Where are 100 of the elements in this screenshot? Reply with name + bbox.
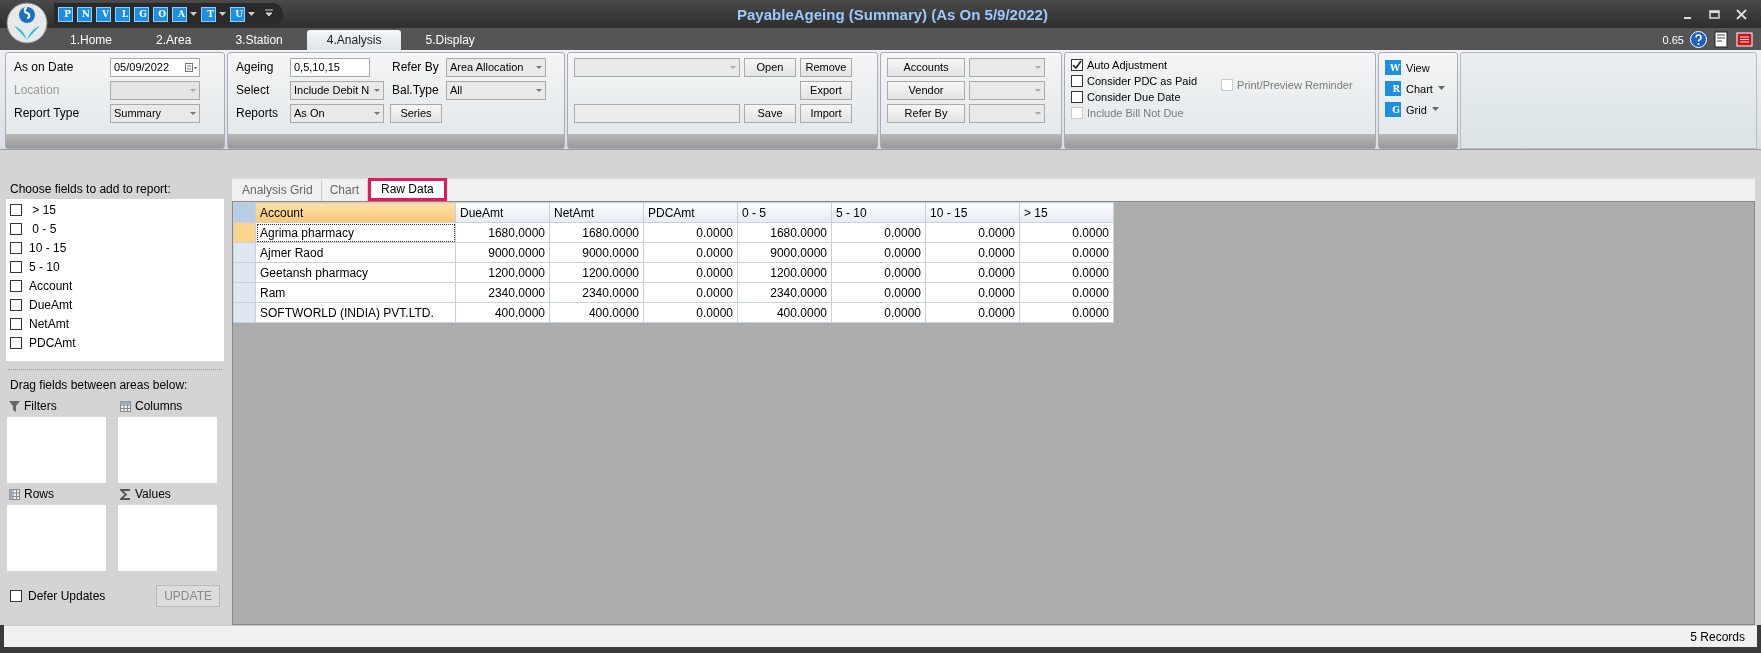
dropdown-field[interactable] bbox=[969, 57, 1045, 77]
ribbon-button[interactable]: R Chart bbox=[1385, 78, 1445, 99]
exit-icon[interactable] bbox=[1736, 31, 1753, 48]
window-title: PayableAgeing (Summary) (As On 5/9/2022) bbox=[736, 5, 1049, 23]
field-label: Ageing bbox=[235, 60, 275, 74]
filter-button[interactable]: Accounts bbox=[887, 57, 965, 77]
checkbox[interactable] bbox=[10, 590, 22, 602]
save-button[interactable]: Save bbox=[744, 103, 796, 123]
dropdown-field[interactable] bbox=[574, 57, 740, 77]
table-cell: 0.0000 bbox=[831, 302, 926, 323]
remove-button[interactable]: Remove bbox=[800, 57, 852, 77]
checkbox[interactable] bbox=[10, 299, 22, 311]
checkbox[interactable] bbox=[10, 280, 22, 292]
table-cell: Ajmer Raod bbox=[255, 242, 456, 263]
tab[interactable]: Raw Data bbox=[368, 178, 447, 201]
text-field[interactable] bbox=[574, 103, 740, 123]
corner-cell[interactable] bbox=[233, 202, 256, 223]
dropdown-field[interactable]: Summary bbox=[110, 103, 200, 123]
table-cell: 0.0000 bbox=[925, 262, 1020, 283]
column-header[interactable]: 0 - 5 bbox=[737, 202, 832, 223]
table-cell: 1200.0000 bbox=[737, 262, 832, 283]
logo-icon[interactable] bbox=[6, 2, 48, 44]
close-icon[interactable] bbox=[1736, 8, 1747, 20]
column-header[interactable]: DueAmt bbox=[455, 202, 550, 223]
filter-button[interactable]: Refer By bbox=[887, 103, 965, 123]
column-header[interactable]: NetAmt bbox=[549, 202, 644, 223]
menu-tab[interactable]: 2.Area bbox=[136, 30, 212, 50]
checkbox[interactable] bbox=[10, 261, 22, 273]
dropdown-field[interactable]: All bbox=[446, 80, 546, 100]
dropdown-field[interactable]: Include Debit N bbox=[290, 80, 384, 100]
checkbox[interactable] bbox=[1071, 90, 1083, 103]
import-button[interactable]: Import bbox=[800, 103, 852, 123]
panel-heading: Drag fields between areas below: bbox=[9, 377, 189, 394]
dropdown-field[interactable] bbox=[969, 103, 1045, 123]
menu-tab[interactable]: 3.Station bbox=[215, 30, 303, 50]
checkbox[interactable] bbox=[10, 242, 22, 254]
table-cell: 0.0000 bbox=[643, 242, 738, 263]
column-header[interactable]: 10 - 15 bbox=[925, 202, 1020, 223]
caret-icon bbox=[1035, 65, 1041, 69]
caret-icon bbox=[374, 111, 380, 115]
dropdown-field[interactable] bbox=[969, 80, 1045, 100]
option-label: Include Bill Not Due bbox=[1087, 106, 1184, 119]
field-label: > 15 bbox=[31, 203, 57, 217]
table-cell: 2340.0000 bbox=[455, 282, 550, 303]
checkbox[interactable] bbox=[1071, 58, 1083, 71]
field-label: Report Type bbox=[13, 106, 81, 120]
ribbon-button[interactable]: W View bbox=[1385, 57, 1445, 78]
table-cell: SOFTWORLD (INDIA) PVT.LTD. bbox=[255, 302, 456, 323]
menu-tab[interactable]: 1.Home bbox=[50, 30, 133, 50]
open-button[interactable]: Open bbox=[744, 57, 796, 77]
checkbox[interactable] bbox=[10, 337, 22, 349]
caret-icon bbox=[1035, 111, 1041, 115]
date-field[interactable]: 05/09/2022 bbox=[110, 57, 200, 77]
table-cell: 0.0000 bbox=[1019, 262, 1114, 283]
document-icon[interactable] bbox=[1713, 31, 1730, 48]
checkbox[interactable] bbox=[10, 223, 22, 235]
table-cell: 0.0000 bbox=[925, 222, 1020, 243]
checkbox[interactable] bbox=[10, 318, 22, 330]
maximize-icon[interactable] bbox=[1709, 8, 1720, 20]
table-cell: Ram bbox=[255, 282, 456, 303]
dropdown-field[interactable]: As On bbox=[290, 103, 384, 123]
caret-icon bbox=[190, 111, 196, 115]
table-cell: 0.0000 bbox=[831, 222, 926, 243]
checkbox[interactable] bbox=[10, 204, 22, 216]
text-field[interactable]: 0,5,10,15 bbox=[290, 57, 370, 77]
panel-heading: Choose fields to add to report: bbox=[9, 181, 172, 198]
option-label: Auto Adjustment bbox=[1087, 58, 1168, 71]
checkbox[interactable] bbox=[1071, 74, 1083, 87]
calendar-icon bbox=[185, 62, 197, 72]
table-cell: 9000.0000 bbox=[549, 242, 644, 263]
export-button[interactable]: Export bbox=[800, 80, 852, 100]
option-label: Print/Preview Reminder bbox=[1237, 78, 1353, 91]
area-label: Values bbox=[135, 487, 171, 501]
table-cell: 0.0000 bbox=[1019, 222, 1114, 243]
column-header[interactable]: PDCAmt bbox=[643, 202, 738, 223]
series-button[interactable]: Series bbox=[390, 103, 442, 123]
filter-button[interactable]: Vendor bbox=[887, 80, 965, 100]
table-cell: 400.0000 bbox=[455, 302, 550, 323]
field-label: 5 - 10 bbox=[29, 260, 60, 274]
table-cell: 9000.0000 bbox=[455, 242, 550, 263]
column-header[interactable]: 5 - 10 bbox=[831, 202, 926, 223]
ribbon-button[interactable]: G Grid bbox=[1385, 99, 1445, 120]
menu-tab[interactable]: 4.Analysis bbox=[306, 30, 402, 50]
column-header[interactable]: Account bbox=[255, 202, 456, 223]
table-cell: 1200.0000 bbox=[549, 262, 644, 283]
area-label: Rows bbox=[24, 487, 54, 501]
filter-icon bbox=[9, 400, 20, 412]
column-header[interactable]: > 15 bbox=[1019, 202, 1114, 223]
field-label: As on Date bbox=[13, 60, 75, 74]
caret-icon bbox=[1035, 88, 1041, 92]
customize-icon[interactable] bbox=[265, 9, 273, 19]
table-cell: 0.0000 bbox=[1019, 282, 1114, 303]
area-label: Filters bbox=[24, 399, 57, 413]
caret-icon bbox=[730, 65, 736, 69]
sigma-icon bbox=[120, 488, 131, 500]
help-icon[interactable] bbox=[1690, 31, 1707, 48]
menu-tab[interactable]: 5.Display bbox=[405, 30, 495, 50]
dropdown-field[interactable]: Area Allocation bbox=[446, 57, 546, 77]
table-cell: 0.0000 bbox=[831, 242, 926, 263]
grid-icon bbox=[120, 400, 131, 412]
